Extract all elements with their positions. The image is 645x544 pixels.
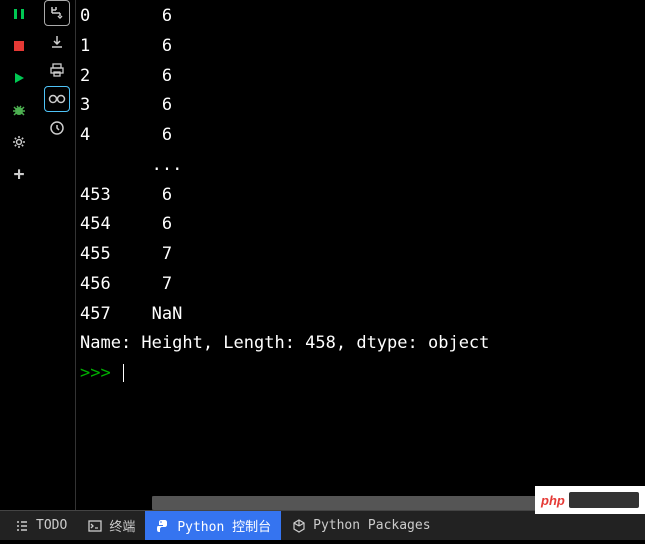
settings-icon[interactable] [7, 130, 31, 154]
prompt-line[interactable]: >>> [80, 359, 641, 389]
console-toolbar [38, 0, 76, 510]
list-icon [14, 518, 30, 534]
tab-python-console[interactable]: Python 控制台 [145, 511, 281, 540]
python-icon [155, 518, 171, 534]
tab-python-packages[interactable]: Python Packages [281, 511, 440, 540]
output-line: 457 NaN [80, 300, 641, 330]
output-line: 2 6 [80, 62, 641, 92]
play-icon[interactable] [7, 66, 31, 90]
bottom-tabs: TODO 终端 Python 控制台 Python Packages [0, 510, 645, 540]
left-toolbar: + [0, 0, 38, 510]
output-line: 4 6 [80, 121, 641, 151]
print-icon[interactable] [45, 58, 69, 82]
tab-label: TODO [36, 518, 67, 533]
output-line: 453 6 [80, 181, 641, 211]
output-ellipsis: ... [80, 151, 641, 181]
packages-icon [291, 518, 307, 534]
output-line: 1 6 [80, 32, 641, 62]
bug-icon[interactable] [7, 98, 31, 122]
pause-icon[interactable] [7, 2, 31, 26]
console-output[interactable]: 0 6 1 6 2 6 3 6 4 6 ... 453 6 454 6 455 … [76, 0, 645, 510]
watermark-brand: php [541, 493, 565, 508]
watermark: php [535, 486, 645, 514]
tab-terminal[interactable]: 终端 [77, 511, 145, 540]
output-line: 0 6 [80, 2, 641, 32]
prompt-indicator: >>> [80, 363, 121, 383]
inspect-icon[interactable] [44, 86, 70, 112]
history-icon[interactable] [45, 116, 69, 140]
tab-label: 终端 [109, 516, 135, 535]
add-icon[interactable]: + [7, 162, 31, 186]
stop-icon[interactable] [7, 34, 31, 58]
tab-label: Python 控制台 [177, 516, 271, 535]
tab-todo[interactable]: TODO [4, 511, 77, 540]
cursor-icon [123, 364, 124, 382]
tab-label: Python Packages [313, 518, 430, 533]
output-line: 456 7 [80, 270, 641, 300]
branch-icon[interactable] [44, 0, 70, 26]
watermark-rest [569, 492, 639, 508]
download-icon[interactable] [45, 30, 69, 54]
output-line: 3 6 [80, 91, 641, 121]
output-line: 455 7 [80, 240, 641, 270]
output-line: 454 6 [80, 210, 641, 240]
terminal-icon [87, 518, 103, 534]
output-summary: Name: Height, Length: 458, dtype: object [80, 329, 641, 359]
